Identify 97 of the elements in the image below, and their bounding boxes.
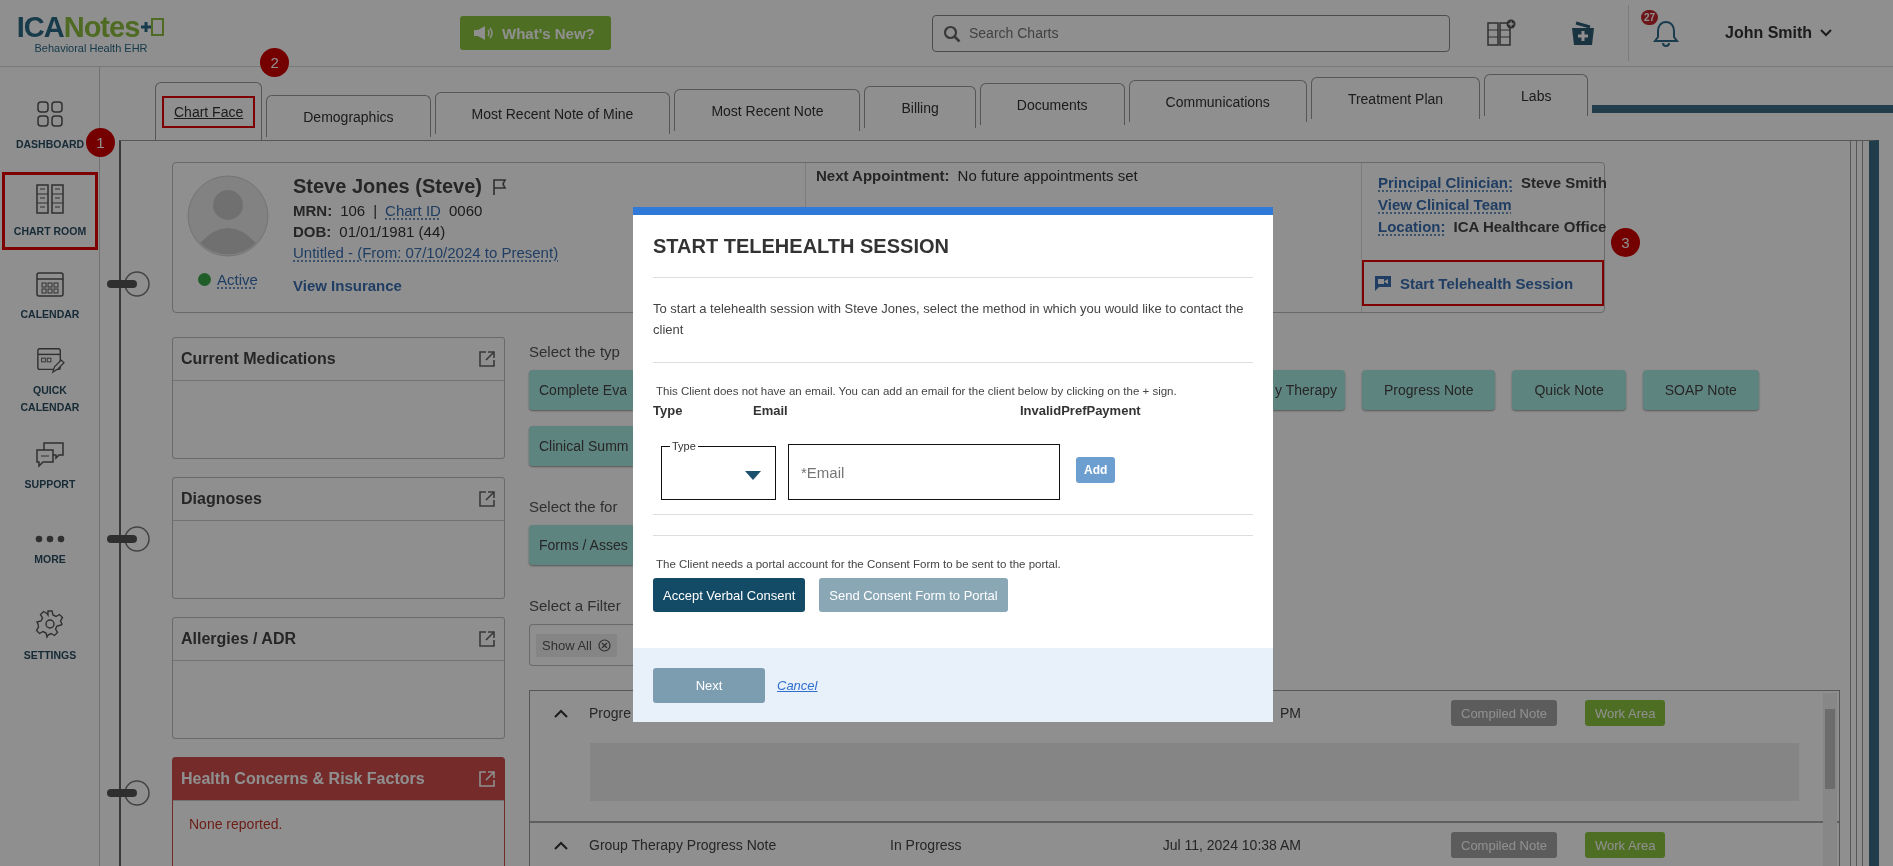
filter-chip[interactable]: Show All — [536, 633, 617, 657]
sidebar-item[interactable]: SETTINGS — [2, 597, 98, 675]
type-select[interactable]: Type — [661, 440, 776, 500]
table-cell-text: Progre — [589, 705, 633, 721]
status-link[interactable]: Active — [217, 271, 258, 288]
email-field[interactable]: *Email — [788, 444, 1060, 500]
note-type-button[interactable]: y Therapy — [1273, 370, 1345, 410]
search-field[interactable]: Search Charts — [932, 14, 1450, 52]
user-menu[interactable]: John Smith — [1719, 23, 1839, 43]
external-link-icon[interactable] — [478, 490, 496, 508]
field-value: 0060 — [448, 202, 483, 219]
logo-tagline: Behavioral Health EHR — [34, 42, 148, 54]
field-label: MRN: — [293, 202, 333, 219]
video-chat-icon — [1374, 274, 1392, 292]
sidebar-item[interactable]: QUICK CALENDAR — [2, 342, 98, 420]
note-type-button[interactable]: Complete Eva — [529, 370, 633, 410]
chevron-up-icon[interactable] — [554, 840, 568, 850]
chart-id-link[interactable]: Chart ID — [385, 202, 441, 219]
external-link-icon[interactable] — [478, 350, 496, 368]
binder-ring-icon — [107, 269, 151, 299]
chevron-down-icon — [1820, 29, 1833, 37]
dialog-text: To start a telehealth session with Steve Jones, select the method in which you would like to contact the client — [653, 300, 1245, 339]
dialog-note: The Client needs a portal account for the Consent Form to be sent to the portal. — [656, 558, 1062, 570]
patient-name: Steve Jones (Steve) — [293, 175, 482, 198]
sidebar-item[interactable]: SUPPORT — [2, 427, 98, 505]
cancel-link[interactable]: Cancel — [777, 677, 818, 693]
flag-icon[interactable] — [492, 177, 508, 196]
widget-title: Diagnoses — [181, 490, 262, 508]
add-button[interactable]: Add — [1076, 457, 1116, 483]
calendar-edit-icon — [35, 346, 65, 374]
dialog-note: This Client does not have an email. You can add an email for the client below by clicking on the + sign. — [656, 385, 1178, 397]
callout-badge: 2 — [260, 48, 290, 77]
tab[interactable]: Billing — [864, 86, 976, 128]
table-cell: PM — [1280, 705, 1301, 721]
form-type-button[interactable]: Forms / Asses — [529, 525, 633, 565]
status-dot — [198, 273, 212, 286]
calendar-icon — [35, 269, 65, 298]
principal-clinician-link[interactable]: Principal Clinician: — [1378, 174, 1514, 191]
column-header: Email — [753, 403, 789, 418]
file-cabinet-icon — [35, 182, 65, 215]
dialog-title: START TELEHEALTH SESSION — [653, 235, 950, 258]
tab[interactable]: Treatment Plan — [1310, 77, 1481, 119]
chat-bubbles-icon — [34, 439, 66, 468]
avatar-icon — [187, 175, 269, 257]
callout-badge: 3 — [1611, 228, 1640, 257]
consent-button[interactable]: Accept Verbal Consent — [653, 578, 806, 612]
widget-text: None reported. — [189, 816, 283, 832]
tab[interactable]: Most Recent Note — [674, 89, 861, 131]
scrollbar[interactable] — [1823, 693, 1837, 866]
sidebar-item[interactable]: MORE — [2, 512, 98, 590]
tab[interactable]: Labs — [1484, 74, 1589, 116]
tab[interactable]: Most Recent Note of Mine — [434, 92, 671, 134]
widget-title: Current Medications — [181, 350, 336, 368]
notification-badge: 27 — [1641, 10, 1659, 25]
file-cabinet-icon[interactable] — [1486, 19, 1516, 47]
chevron-up-icon[interactable] — [554, 708, 568, 718]
note-type-button[interactable]: SOAP Note — [1642, 370, 1759, 410]
prompt-text: Select the for — [529, 498, 619, 515]
sidebar-item[interactable]: CALENDAR — [2, 257, 98, 335]
table-cell: Jul 11, 2024 10:38 AM — [1162, 837, 1301, 853]
table-cell: In Progress — [890, 837, 962, 853]
episode-link[interactable]: Untitled - (From: 07/10/2024 to Present) — [293, 244, 559, 261]
field-label: Next Appointment: — [816, 167, 950, 184]
close-icon — [597, 638, 611, 652]
more-icon — [35, 534, 65, 543]
dropdown-arrow-icon — [745, 471, 761, 480]
search-icon — [943, 24, 961, 43]
field-value: 106 — [340, 202, 366, 219]
tab[interactable]: Demographics — [266, 95, 431, 137]
field-value: No future appointments set — [957, 167, 1138, 184]
view-insurance-link[interactable]: View Insurance — [293, 277, 402, 294]
field-value: Steve Smith — [1521, 174, 1607, 191]
binder-ring-icon — [107, 778, 151, 808]
external-link-icon[interactable] — [478, 630, 496, 648]
widget-title: Health Concerns & Risk Factors — [181, 770, 425, 788]
callout-badge: 1 — [86, 128, 115, 157]
sidebar-item[interactable]: CHART ROOM — [2, 172, 98, 250]
tab[interactable]: Communications — [1128, 80, 1307, 122]
grid-icon — [36, 99, 64, 128]
clinical-team-link[interactable]: View Clinical Team — [1378, 196, 1512, 213]
field-value: 01/01/1981 (44) — [339, 223, 446, 240]
column-header: Type — [653, 403, 684, 418]
logo-text: ICANotes — [16, 12, 140, 42]
megaphone-icon — [472, 25, 494, 41]
binder-ring-icon — [107, 524, 151, 554]
field-label: DOB: — [293, 223, 332, 240]
plus-document-icon — [139, 16, 166, 38]
note-type-button[interactable]: Progress Note — [1362, 370, 1496, 410]
prompt-text: Select the typ — [529, 343, 621, 360]
note-type-button[interactable]: Quick Note — [1512, 370, 1626, 410]
tab[interactable]: Documents — [979, 83, 1125, 125]
note-type-button[interactable]: Clinical Summ — [529, 426, 633, 466]
settings-icon — [35, 608, 65, 639]
column-header: InvalidPrefPayment — [1020, 403, 1141, 418]
separator-text: | — [373, 202, 378, 219]
widget-title: Allergies / ADR — [181, 630, 296, 648]
table-cell-text: Group Therapy Progress Note — [589, 837, 778, 853]
